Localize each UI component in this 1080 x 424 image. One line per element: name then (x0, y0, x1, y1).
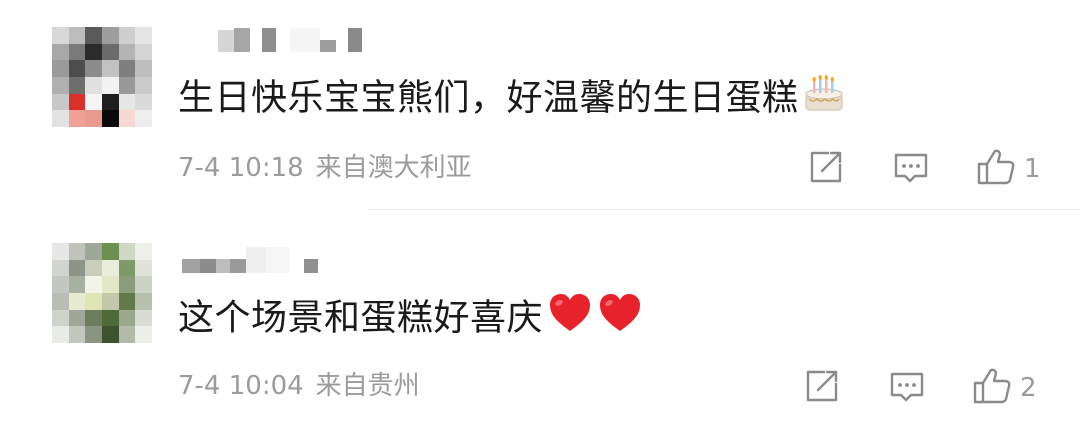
heart-emoji (597, 292, 643, 347)
reply-button[interactable] (888, 369, 926, 409)
comment-icon (888, 369, 926, 409)
share-button[interactable] (807, 149, 845, 189)
heart-emoji (547, 292, 593, 347)
username-redacted[interactable] (182, 245, 318, 273)
username-redacted[interactable] (218, 24, 362, 52)
comment-icon (892, 150, 930, 190)
comment-text: 生日快乐宝宝熊们，好温馨的生日蛋糕 (178, 72, 845, 127)
avatar[interactable] (52, 27, 152, 127)
avatar[interactable] (52, 243, 152, 343)
comment-meta: 7-4 10:04 来自贵州 (178, 369, 420, 403)
thumbs-up-icon (976, 147, 1016, 191)
cake-emoji (803, 72, 845, 127)
like-button[interactable]: 2 (972, 366, 1037, 410)
comment-text: 这个场景和蛋糕好喜庆 (178, 292, 643, 347)
comment-date: 7-4 10:04 (178, 371, 304, 401)
like-count: 1 (1024, 154, 1041, 184)
comment-item: 生日快乐宝宝熊们，好温馨的生日蛋糕 7-4 10:18 来自澳大利亚 1 (0, 0, 1080, 210)
comment-location: 来自澳大利亚 (315, 153, 472, 183)
comment-location: 来自贵州 (315, 371, 420, 401)
comment-text-content: 生日快乐宝宝熊们，好温馨的生日蛋糕 (178, 77, 799, 119)
thumbs-up-icon (972, 366, 1012, 410)
like-count: 2 (1020, 373, 1037, 403)
comment-date: 7-4 10:18 (178, 153, 304, 183)
comment-divider (368, 209, 1080, 210)
share-icon (803, 368, 841, 408)
share-icon (807, 149, 845, 189)
comment-text-content: 这个场景和蛋糕好喜庆 (178, 297, 544, 339)
comment-meta: 7-4 10:18 来自澳大利亚 (178, 151, 472, 185)
like-button[interactable]: 1 (976, 147, 1041, 191)
share-button[interactable] (803, 368, 841, 408)
comment-item: 这个场景和蛋糕好喜庆 7-4 10:04 来自贵州 2 (0, 211, 1080, 424)
reply-button[interactable] (892, 150, 930, 190)
